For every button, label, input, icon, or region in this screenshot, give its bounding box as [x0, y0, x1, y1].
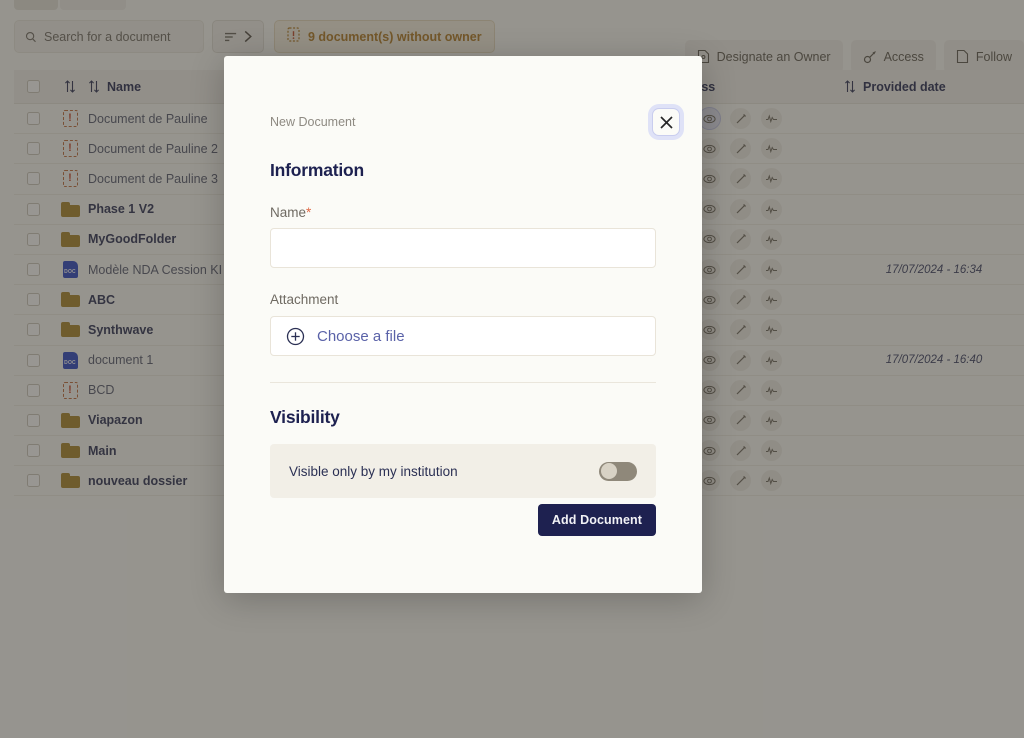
visibility-row: Visible only by my institution — [270, 444, 656, 498]
visibility-toggle-label: Visible only by my institution — [289, 463, 458, 479]
choose-file-button[interactable]: Choose a file — [270, 316, 656, 356]
visibility-section-title: Visibility — [270, 407, 340, 427]
plus-circle-icon — [286, 327, 305, 345]
section-divider — [270, 382, 656, 383]
name-label-text: Name — [270, 205, 307, 220]
choose-file-label: Choose a file — [317, 327, 405, 345]
app-root: Search for a document — [0, 0, 1024, 738]
name-input[interactable] — [270, 228, 656, 268]
modal-header: New Document — [270, 102, 680, 142]
name-field-label: Name* — [270, 205, 656, 220]
close-icon — [659, 115, 673, 129]
close-button[interactable] — [652, 108, 680, 136]
modal-body: Information Name* Attachment Choose a fi… — [270, 160, 656, 498]
modal-eyebrow: New Document — [270, 115, 356, 129]
add-document-button[interactable]: Add Document — [537, 504, 656, 536]
required-asterisk: * — [306, 205, 312, 220]
visibility-toggle[interactable] — [599, 461, 637, 481]
attachment-field-label: Attachment — [270, 292, 339, 307]
new-document-modal: New Document Information Name* Attachmen… — [224, 56, 702, 593]
toggle-knob — [600, 463, 617, 479]
information-section-title: Information — [270, 160, 365, 180]
